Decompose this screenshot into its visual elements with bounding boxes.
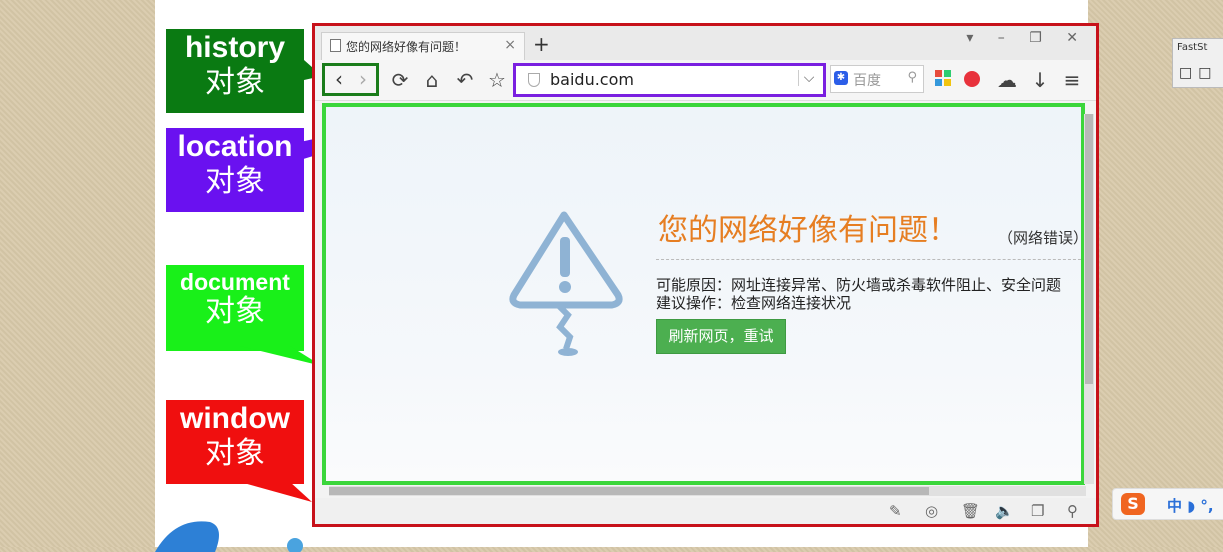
cloud-icon[interactable]: ☁ bbox=[995, 68, 1019, 92]
pin-icon[interactable]: ✎ bbox=[889, 502, 902, 520]
forward-icon[interactable]: › bbox=[351, 67, 375, 91]
corner-decoration bbox=[155, 521, 303, 552]
search-icon[interactable]: ⚲ bbox=[907, 70, 917, 85]
window-controls[interactable]: ▾ – ❐ ✕ bbox=[966, 30, 1088, 46]
retry-button[interactable]: 刷新网页，重试 bbox=[656, 319, 786, 354]
error-code: （网络错误） bbox=[998, 229, 1085, 247]
fast-app-widget[interactable]: FastSt □□ bbox=[1172, 38, 1223, 88]
history-label: history 对象 bbox=[166, 29, 304, 113]
history-label-en: history bbox=[184, 31, 286, 64]
location-label-en: location bbox=[177, 130, 293, 163]
history-highlight: ‹ › bbox=[322, 63, 379, 96]
document-area: 您的网络好像有问题！ （网络错误） 可能原因：网址连接异常、防火墙或杀毒软件阻止… bbox=[322, 103, 1085, 485]
address-bar[interactable]: baidu.com ⌵ bbox=[513, 63, 826, 97]
sound-icon[interactable]: 🔈 bbox=[995, 502, 1014, 520]
document-label-cn: 对象 bbox=[205, 294, 265, 330]
location-label-cn: 对象 bbox=[205, 163, 265, 199]
window-label-en: window bbox=[180, 402, 290, 435]
sogou-icon[interactable]: S bbox=[1121, 493, 1145, 515]
fast-app-window-icons[interactable]: □□ bbox=[1179, 65, 1217, 81]
document-label: document 对象 bbox=[166, 265, 304, 351]
document-label-en: document bbox=[180, 269, 290, 295]
search-placeholder: 百度 bbox=[853, 73, 881, 89]
baidu-paw-icon: ✱ bbox=[834, 71, 848, 85]
error-title: 您的网络好像有问题！ bbox=[658, 213, 958, 248]
back-icon[interactable]: ‹ bbox=[327, 67, 351, 91]
history-label-cn: 对象 bbox=[205, 64, 265, 100]
window-icon[interactable]: ❐ bbox=[1031, 502, 1044, 520]
toolbar: ‹ › ⟳ ⌂ ↶ ☆ baidu.com ⌵ ✱ 百度 ⚲ ☁ ↓ ≡ bbox=[315, 60, 1096, 101]
tab-close-icon[interactable]: × bbox=[504, 37, 516, 53]
window-label-cn: 对象 bbox=[205, 435, 265, 471]
horizontal-scroll-thumb[interactable] bbox=[329, 487, 929, 495]
browser-window: 您的网络好像有问题！ × + ▾ – ❐ ✕ ‹ › ⟳ ⌂ ↶ ☆ baidu… bbox=[312, 23, 1099, 527]
zoom-icon[interactable]: ⚲ bbox=[1067, 502, 1078, 520]
undo-icon[interactable]: ↶ bbox=[453, 68, 477, 92]
extension-icon[interactable] bbox=[960, 69, 984, 93]
error-suggestion: 建议操作：检查网络连接状况 bbox=[656, 294, 852, 312]
warning-icon bbox=[509, 211, 623, 356]
error-divider bbox=[656, 259, 1081, 260]
tab-active[interactable]: 您的网络好像有问题！ × bbox=[321, 32, 525, 60]
window-label: window 对象 bbox=[166, 400, 304, 484]
search-box[interactable]: ✱ 百度 ⚲ bbox=[830, 65, 924, 93]
home-icon[interactable]: ⌂ bbox=[420, 68, 444, 92]
trash-icon[interactable]: 🗑 bbox=[961, 502, 980, 520]
speed-icon[interactable]: ◎ bbox=[925, 502, 938, 520]
shield-icon bbox=[528, 73, 540, 87]
horizontal-scrollbar[interactable] bbox=[329, 486, 1086, 496]
page-icon bbox=[330, 39, 341, 52]
tab-title: 您的网络好像有问题！ bbox=[346, 40, 467, 54]
download-icon[interactable]: ↓ bbox=[1028, 68, 1052, 92]
new-tab-button[interactable]: + bbox=[533, 32, 550, 56]
fast-app-name: FastSt bbox=[1177, 42, 1208, 53]
vertical-scroll-thumb[interactable] bbox=[1085, 114, 1093, 384]
ime-toolbar[interactable]: S 中 ◗ °, bbox=[1112, 488, 1223, 520]
location-label: location 对象 bbox=[166, 128, 304, 212]
ime-status: 中 ◗ °, bbox=[1167, 497, 1214, 515]
menu-icon[interactable]: ≡ bbox=[1060, 68, 1084, 92]
reload-icon[interactable]: ⟳ bbox=[388, 68, 412, 92]
favorite-star-icon[interactable]: ☆ bbox=[485, 68, 509, 92]
url-text[interactable]: baidu.com bbox=[550, 70, 634, 89]
url-dropdown-icon[interactable]: ⌵ bbox=[798, 70, 819, 86]
tab-bar: 您的网络好像有问题！ × + ▾ – ❐ ✕ bbox=[315, 26, 1096, 60]
vertical-scrollbar[interactable] bbox=[1084, 114, 1094, 484]
apps-grid-icon[interactable] bbox=[931, 70, 955, 90]
status-bar: ✎ ◎ 🗑 🔈 ❐ ⚲ bbox=[315, 498, 1096, 524]
